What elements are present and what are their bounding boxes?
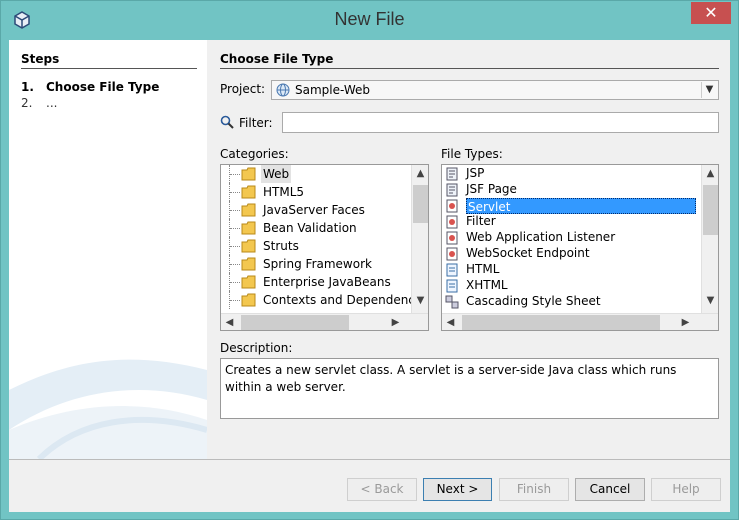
project-label: Project: (220, 82, 266, 96)
title-divider (220, 68, 719, 69)
file-type-label: Servlet (466, 198, 696, 214)
category-label: Spring Framework (263, 257, 372, 271)
help-button[interactable]: Help (651, 478, 721, 501)
scroll-down-icon[interactable]: ▼ (702, 292, 718, 309)
category-label: Bean Validation (263, 221, 357, 235)
tree-line (229, 201, 241, 219)
css-file-icon (445, 295, 459, 309)
servlet-file-icon (446, 199, 458, 213)
file-type-label: Web Application Listener (466, 230, 616, 244)
description-text: Creates a new servlet class. A servlet i… (220, 358, 719, 419)
file-type-label: Filter (466, 214, 496, 228)
folder-icon (241, 167, 256, 181)
new-file-dialog: New File ✕ Steps 1. Choose File Type 2...… (0, 0, 739, 520)
tree-line (229, 255, 241, 273)
categories-tree[interactable]: Web HTML5 JavaServer Faces Bean Validati… (220, 164, 429, 331)
filter-label: Filter: (239, 116, 273, 130)
project-value: Sample-Web (295, 83, 370, 97)
category-label: Web (261, 165, 292, 183)
jsp-file-icon (446, 167, 458, 181)
step-label: ... (46, 96, 58, 110)
back-button[interactable]: < Back (347, 478, 417, 501)
file-types-label: File Types: (441, 147, 503, 161)
folder-icon (241, 185, 256, 199)
step-number: 2. (21, 96, 33, 110)
scroll-right-icon[interactable]: ▶ (387, 314, 404, 330)
filter-file-icon (446, 215, 458, 229)
button-bar-divider (9, 459, 730, 460)
file-type-label: WebSocket Endpoint (466, 246, 590, 260)
scroll-up-icon[interactable]: ▲ (412, 165, 428, 182)
scroll-thumb[interactable] (462, 315, 660, 330)
category-label: Struts (263, 239, 299, 253)
scroll-left-icon[interactable]: ◀ (221, 314, 238, 330)
tree-line (229, 219, 241, 237)
steps-divider (21, 68, 197, 69)
horizontal-scrollbar[interactable]: ◀ ▶ (221, 313, 428, 330)
page-title: Choose File Type (220, 52, 334, 66)
dialog-content: Steps 1. Choose File Type 2.... Choose Fi… (9, 40, 730, 512)
scroll-thumb[interactable] (241, 315, 349, 330)
search-icon (220, 115, 234, 129)
file-type-label: JSP (466, 166, 485, 180)
tree-line (229, 183, 241, 201)
globe-icon (276, 83, 290, 97)
folder-icon (241, 257, 256, 271)
tree-line (229, 237, 241, 255)
scroll-down-icon[interactable]: ▼ (412, 292, 428, 309)
category-label: JavaServer Faces (263, 203, 365, 217)
window-title: New File (334, 9, 405, 29)
step-label: Choose File Type (46, 80, 160, 94)
folder-icon (241, 293, 256, 307)
category-label: Enterprise JavaBeans (263, 275, 391, 289)
websocket-file-icon (446, 247, 458, 261)
file-types-list[interactable]: JSP JSF Page Servlet Filter Web Applicat… (441, 164, 719, 331)
title-bar[interactable]: New File ✕ (1, 1, 738, 39)
close-button[interactable]: ✕ (691, 2, 731, 24)
scroll-thumb[interactable] (413, 185, 428, 223)
step-number: 1. (21, 80, 34, 94)
folder-icon (241, 221, 256, 235)
step-next: 2.... (21, 96, 57, 110)
project-select[interactable]: Sample-Web ▼ (271, 80, 719, 100)
tree-line (229, 273, 241, 291)
scroll-thumb[interactable] (703, 185, 718, 235)
jsf-file-icon (446, 183, 458, 197)
categories-label: Categories: (220, 147, 289, 161)
scroll-right-icon[interactable]: ▶ (677, 314, 694, 330)
tree-line (229, 291, 241, 309)
cancel-button[interactable]: Cancel (575, 478, 645, 501)
tree-line (229, 165, 241, 183)
file-type-label: JSF Page (466, 182, 517, 196)
finish-button[interactable]: Finish (499, 478, 569, 501)
horizontal-scrollbar[interactable]: ◀ ▶ (442, 313, 718, 330)
vertical-scrollbar[interactable]: ▲ ▼ (411, 165, 428, 313)
vertical-scrollbar[interactable]: ▲ ▼ (701, 165, 718, 313)
step-choose-file-type: 1. Choose File Type (21, 80, 159, 94)
description-label: Description: (220, 341, 293, 355)
decorative-swoosh (9, 359, 207, 459)
xhtml-file-icon (446, 279, 458, 293)
scroll-up-icon[interactable]: ▲ (702, 165, 718, 182)
listener-file-icon (446, 231, 458, 245)
next-button[interactable]: Next > (423, 478, 492, 501)
folder-icon (241, 203, 256, 217)
folder-icon (241, 239, 256, 253)
html-file-icon (446, 263, 458, 277)
folder-icon (241, 275, 256, 289)
file-type-label: HTML (466, 262, 500, 276)
scroll-left-icon[interactable]: ◀ (442, 314, 459, 330)
file-type-label: Cascading Style Sheet (466, 294, 601, 308)
file-type-label: XHTML (466, 278, 508, 292)
main-panel: Choose File Type Project: Sample-Web ▼ F… (207, 40, 730, 459)
category-label: HTML5 (263, 185, 305, 199)
steps-panel: Steps 1. Choose File Type 2.... (9, 40, 207, 459)
filter-input[interactable] (282, 112, 719, 133)
chevron-down-icon[interactable]: ▼ (701, 82, 717, 98)
category-label: Contexts and Dependenc (263, 293, 415, 307)
steps-title: Steps (21, 52, 60, 66)
